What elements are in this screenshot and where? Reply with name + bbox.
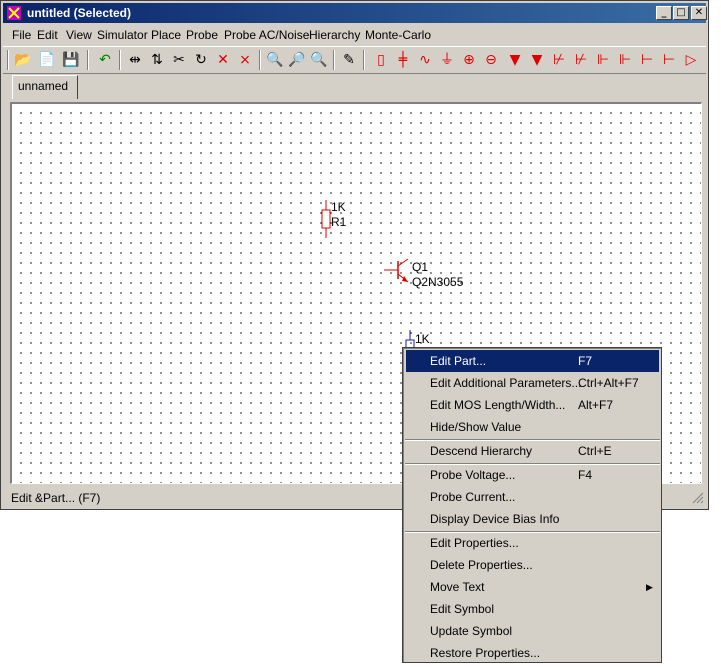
menu-edit-additional-parameters[interactable]: Edit Additional Parameters... Ctrl+Alt+F…: [406, 372, 659, 394]
document-tabs: unnamed: [3, 73, 706, 101]
menu-item-shortcut: F4: [578, 468, 593, 482]
save-icon[interactable]: 💾: [61, 50, 81, 70]
menu-item-label: Probe Voltage...: [430, 468, 516, 482]
njfet-icon[interactable]: ⊢: [637, 50, 657, 70]
title-bar[interactable]: untitled (Selected) _ □ ✕: [3, 3, 707, 23]
menu-edit-mos-length-width[interactable]: Edit MOS Length/Width... Alt+F7: [406, 394, 659, 416]
menu-display-device-bias-info[interactable]: Display Device Bias Info: [406, 508, 659, 530]
nmos-icon[interactable]: ⊩: [593, 50, 613, 70]
menu-probe-ac-noise[interactable]: Probe AC/Noise: [224, 27, 309, 43]
menu-item-label: Edit MOS Length/Width...: [430, 398, 566, 412]
context-menu: Edit Part... F7 Edit Additional Paramete…: [402, 347, 662, 663]
menu-item-label: Hide/Show Value: [430, 420, 522, 434]
menu-hierarchy[interactable]: Hierarchy: [309, 27, 360, 43]
menu-move-text[interactable]: Move Text ▶: [406, 576, 659, 598]
menu-item-label: Update Symbol: [430, 624, 513, 638]
delete-wire-icon[interactable]: ✕: [213, 50, 233, 70]
status-text: Edit &Part... (F7): [11, 491, 101, 505]
menu-item-label: Edit Additional Parameters...: [430, 376, 582, 390]
resistor-icon[interactable]: ▯: [371, 50, 391, 70]
pencil-icon[interactable]: ✎: [339, 50, 359, 70]
menu-item-label: Probe Current...: [430, 490, 516, 504]
inductor-icon[interactable]: ∿: [415, 50, 435, 70]
resize-grip-icon[interactable]: [692, 492, 704, 504]
zener-diode-icon[interactable]: ▼: [527, 50, 547, 70]
diode-icon[interactable]: ▼: [505, 50, 525, 70]
zoom-in-icon[interactable]: 🔍: [309, 50, 329, 70]
voltage-source-icon[interactable]: ⊕: [459, 50, 479, 70]
menu-edit-properties[interactable]: Edit Properties...: [406, 532, 659, 554]
menu-item-shortcut: Ctrl+Alt+F7: [578, 376, 639, 390]
r1-value-label: 1K: [331, 200, 346, 214]
menu-file[interactable]: File: [12, 27, 31, 43]
menu-item-label: Display Device Bias Info: [430, 512, 560, 526]
menu-place[interactable]: Place: [151, 27, 181, 43]
menu-bar: File Edit View Simulator Place Probe Pro…: [3, 25, 706, 44]
menu-item-label: Edit Properties...: [430, 536, 519, 550]
open-folder-icon[interactable]: 📂: [13, 50, 33, 70]
ground-icon[interactable]: ⏚: [437, 50, 457, 70]
toolbar: 📂 📄 💾 ↶ ⇹ ⇅ ✂ ↻ ✕ ⨯ 🔍 🔎 🔍 ✎ ▯ ╪ ∿ ⏚ ⊕ ⊖ …: [3, 46, 706, 74]
menu-edit[interactable]: Edit: [37, 27, 58, 43]
npn-transistor-icon[interactable]: ⊬: [549, 50, 569, 70]
menu-simulator[interactable]: Simulator: [97, 27, 148, 43]
menu-edit-part[interactable]: Edit Part... F7: [406, 350, 659, 372]
q1-ref-label: Q1: [412, 260, 429, 274]
capacitor-icon[interactable]: ╪: [393, 50, 413, 70]
cut-icon[interactable]: ✂: [169, 50, 189, 70]
close-button[interactable]: ✕: [691, 6, 707, 20]
app-icon: [7, 6, 21, 20]
pjfet-icon[interactable]: ⊢: [659, 50, 679, 70]
q1-model-label: Q2N3055: [412, 275, 464, 289]
menu-item-label: Move Text: [430, 580, 485, 594]
selected-resistor-value-label: 1K: [415, 332, 430, 346]
menu-item-label: Delete Properties...: [430, 558, 533, 572]
pmos-icon[interactable]: ⊩: [615, 50, 635, 70]
menu-item-label: Edit Symbol: [430, 602, 495, 616]
new-file-icon[interactable]: 📄: [37, 50, 57, 70]
transistor-q1-symbol[interactable]: [384, 256, 414, 286]
menu-probe-current[interactable]: Probe Current...: [406, 486, 659, 508]
menu-edit-symbol[interactable]: Edit Symbol: [406, 598, 659, 620]
menu-item-label: Restore Properties...: [430, 646, 541, 660]
menu-hide-show-value[interactable]: Hide/Show Value: [406, 416, 659, 438]
mirror-vertical-icon[interactable]: ⇅: [147, 50, 167, 70]
menu-descend-hierarchy[interactable]: Descend Hierarchy Ctrl+E: [406, 440, 659, 462]
opamp-icon[interactable]: ▷: [681, 50, 701, 70]
submenu-arrow-icon: ▶: [646, 582, 653, 592]
menu-item-shortcut: Ctrl+E: [578, 444, 612, 458]
maximize-button[interactable]: □: [673, 6, 689, 20]
current-source-icon[interactable]: ⊖: [481, 50, 501, 70]
menu-probe[interactable]: Probe: [186, 27, 218, 43]
pnp-transistor-icon[interactable]: ⊬: [571, 50, 591, 70]
menu-view[interactable]: View: [66, 27, 92, 43]
minimize-button[interactable]: _: [656, 6, 672, 20]
menu-restore-properties[interactable]: Restore Properties...: [406, 642, 659, 664]
mirror-horizontal-icon[interactable]: ⇹: [125, 50, 145, 70]
zoom-out-icon[interactable]: 🔎: [287, 50, 307, 70]
menu-item-label: Edit Part...: [430, 354, 487, 368]
menu-update-symbol[interactable]: Update Symbol: [406, 620, 659, 642]
r1-ref-label: R1: [331, 215, 347, 229]
menu-probe-voltage[interactable]: Probe Voltage... F4: [406, 464, 659, 486]
window-title: untitled (Selected): [27, 6, 132, 20]
delete-part-icon[interactable]: ⨯: [235, 50, 255, 70]
menu-delete-properties[interactable]: Delete Properties...: [406, 554, 659, 576]
menu-monte-carlo[interactable]: Monte-Carlo: [365, 27, 431, 43]
menu-item-shortcut: F7: [578, 354, 593, 368]
rotate-icon[interactable]: ↻: [191, 50, 211, 70]
menu-item-label: Descend Hierarchy: [430, 444, 533, 458]
undo-icon[interactable]: ↶: [95, 50, 115, 70]
tab-unnamed[interactable]: unnamed: [12, 75, 78, 99]
zoom-fit-icon[interactable]: 🔍: [265, 50, 285, 70]
menu-item-shortcut: Alt+F7: [578, 398, 614, 412]
